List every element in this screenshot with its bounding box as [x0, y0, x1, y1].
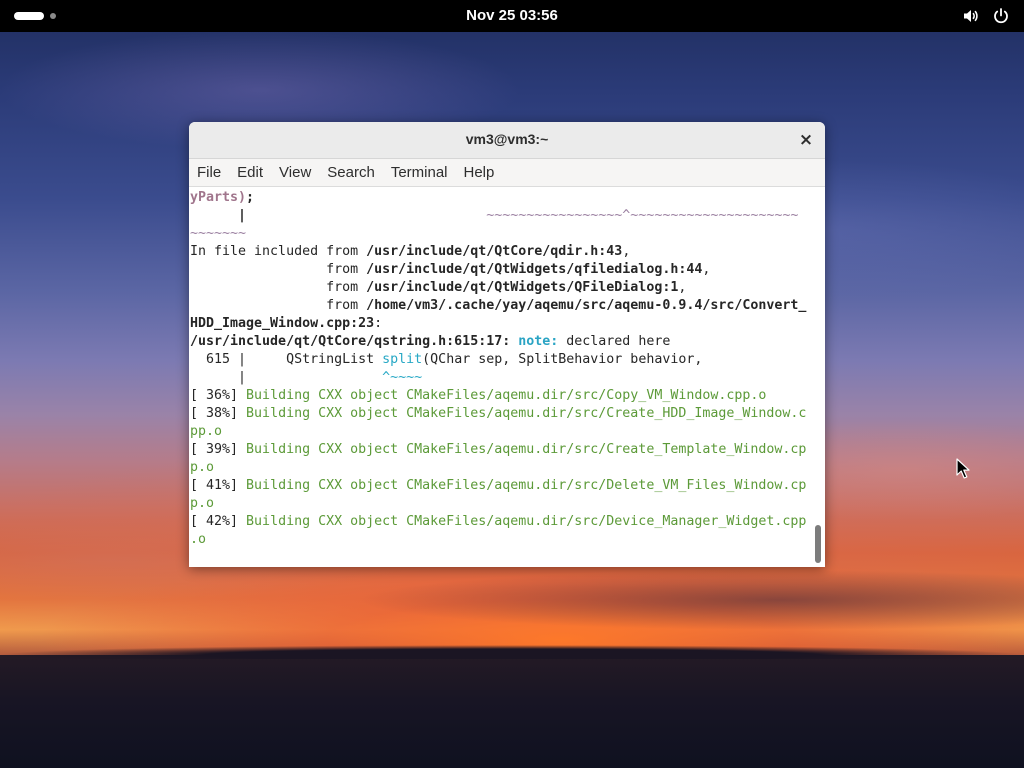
terminal-text-segment: Building CXX object CMakeFiles/aqemu.dir… [246, 388, 767, 403]
terminal-text-segment: ^~~~~ [382, 370, 423, 385]
terminal-text-segment: [ 42%] [190, 514, 247, 529]
menu-search[interactable]: Search [319, 164, 383, 181]
terminal-text-segment: p.o [190, 496, 215, 511]
terminal-text-segment: Building CXX object CMakeFiles/aqemu.dir… [246, 406, 807, 421]
close-button[interactable]: × [797, 131, 815, 149]
terminal-line: p.o [190, 495, 214, 513]
wallpaper-horizon [0, 645, 1024, 768]
terminal-text-segment: : [374, 316, 383, 331]
terminal-text-segment: pp.o [190, 424, 223, 439]
menu-bar: File Edit View Search Terminal Help [189, 159, 825, 187]
terminal-text-segment: , [702, 262, 711, 277]
power-icon[interactable] [992, 7, 1010, 25]
window-titlebar[interactable]: vm3@vm3:~ × [189, 122, 825, 159]
terminal-line: ~~~~~~~ [190, 225, 246, 243]
terminal-line: from /usr/include/qt/QtWidgets/qfiledial… [190, 261, 710, 279]
terminal-line: [ 42%] Building CXX object CMakeFiles/aq… [190, 513, 806, 531]
terminal-text-segment: yParts) [190, 190, 247, 205]
terminal-line: [ 41%] Building CXX object CMakeFiles/aq… [190, 477, 806, 495]
terminal-text-segment: /usr/include/qt/QtWidgets/QFileDialog:1 [366, 280, 679, 295]
terminal-line: HDD_Image_Window.cpp:23: [190, 315, 382, 333]
terminal-line: from /usr/include/qt/QtWidgets/QFileDial… [190, 279, 686, 297]
terminal-line: p.o [190, 459, 214, 477]
terminal-text-segment: | [190, 370, 383, 385]
terminal-window: vm3@vm3:~ × File Edit View Search Termin… [189, 122, 825, 567]
terminal-line: /usr/include/qt/QtCore/qstring.h:615:17:… [190, 333, 670, 351]
terminal-line: [ 36%] Building CXX object CMakeFiles/aq… [190, 387, 766, 405]
menu-file[interactable]: File [189, 164, 229, 181]
terminal-line: pp.o [190, 423, 222, 441]
terminal-text-segment: In file included from [190, 244, 367, 259]
terminal-text-segment: /usr/include/qt/QtWidgets/qfiledialog.h:… [366, 262, 703, 277]
terminal-line: In file included from /usr/include/qt/Qt… [190, 243, 630, 261]
menu-edit[interactable]: Edit [229, 164, 271, 181]
terminal-text-segment: | [190, 208, 487, 223]
menu-view[interactable]: View [271, 164, 319, 181]
terminal-text-segment: from [190, 262, 367, 277]
terminal-line: [ 39%] Building CXX object CMakeFiles/aq… [190, 441, 806, 459]
system-tray[interactable] [962, 7, 1010, 25]
terminal-text-segment: , [622, 244, 631, 259]
terminal-text-segment: /home/vm3/.cache/yay/aqemu/src/aqemu-0.9… [366, 298, 807, 313]
terminal-line: from /home/vm3/.cache/yay/aqemu/src/aqem… [190, 297, 806, 315]
menu-help[interactable]: Help [456, 164, 503, 181]
window-title: vm3@vm3:~ [465, 131, 549, 147]
terminal-text-segment: p.o [190, 460, 215, 475]
terminal-text-segment: /usr/include/qt/QtCore/qstring.h:615:17: [190, 334, 511, 349]
terminal-text-segment: [ 36%] [190, 388, 247, 403]
terminal-text-segment: from [190, 280, 367, 295]
terminal-text-segment: HDD_Image_Window.cpp:23 [190, 316, 375, 331]
volume-icon[interactable] [962, 7, 980, 25]
terminal-text-segment: /usr/include/qt/QtCore/qdir.h:43 [366, 244, 623, 259]
terminal-text-segment: .o [190, 532, 207, 547]
close-icon: × [798, 129, 814, 150]
terminal-line: | ^~~~~ [190, 369, 422, 387]
terminal-line: 615 | QStringList split(QChar sep, Split… [190, 351, 702, 369]
terminal-text-segment: Building CXX object CMakeFiles/aqemu.dir… [246, 478, 807, 493]
terminal-text-segment: [ 41%] [190, 478, 247, 493]
terminal-text-segment: declared here [558, 334, 671, 349]
clock[interactable]: Nov 25 03:56 [0, 7, 1024, 24]
terminal-line: yParts); [190, 189, 254, 207]
terminal-text-segment: note: [518, 334, 559, 349]
terminal-line: | ~~~~~~~~~~~~~~~~~^~~~~~~~~~~~~~~~~~~~~… [190, 207, 798, 225]
mouse-pointer-icon [956, 458, 972, 484]
terminal-scrollbar[interactable] [811, 187, 825, 567]
terminal-output[interactable]: yParts); | ~~~~~~~~~~~~~~~~~^~~~~~~~~~~~… [189, 187, 811, 567]
terminal-text-segment: Building CXX object CMakeFiles/aqemu.dir… [246, 442, 807, 457]
terminal-text-segment: [ 39%] [190, 442, 247, 457]
terminal-text-segment: from [190, 298, 367, 313]
top-bar: Nov 25 03:56 [0, 0, 1024, 32]
terminal-text-segment: ~~~~~~~ [190, 226, 247, 241]
terminal-text-segment: split [382, 352, 423, 367]
menu-terminal[interactable]: Terminal [383, 164, 456, 181]
scrollbar-thumb[interactable] [815, 525, 821, 563]
terminal-line: [ 38%] Building CXX object CMakeFiles/aq… [190, 405, 806, 423]
terminal-text-segment: 615 | QStringList [190, 352, 383, 367]
terminal-text-segment: Building CXX object CMakeFiles/aqemu.dir… [246, 514, 807, 529]
terminal-text-segment: , [678, 280, 687, 295]
terminal-text-segment: [ 38%] [190, 406, 247, 421]
terminal-text-segment: ~~~~~~~~~~~~~~~~~^~~~~~~~~~~~~~~~~~~~~~ [486, 208, 799, 223]
terminal-text-segment: ; [246, 190, 255, 205]
terminal-text-segment: (QChar sep, SplitBehavior behavior, [422, 352, 703, 367]
terminal-line: .o [190, 531, 206, 549]
